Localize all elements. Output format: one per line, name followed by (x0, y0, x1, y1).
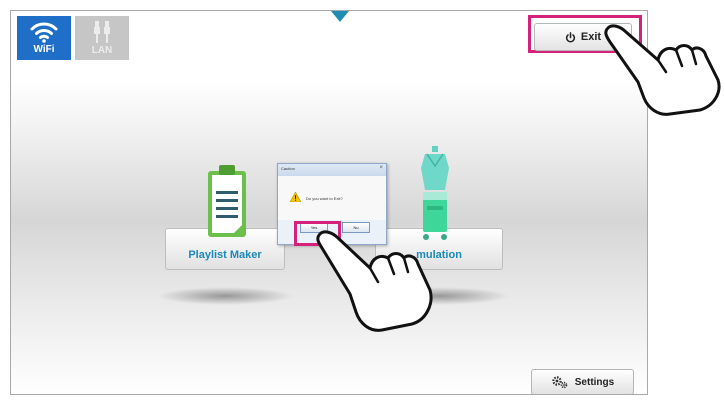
top-pointer-marker (331, 11, 349, 22)
gears-icon (552, 376, 568, 389)
exit-label: Exit (580, 31, 602, 43)
dialog-title: Caution (281, 166, 295, 171)
playlist-maker-label: Playlist Maker (188, 249, 262, 261)
warning-icon (290, 192, 301, 202)
dialog-message: Do you want to Exit? (306, 196, 343, 201)
power-icon (565, 31, 576, 42)
wifi-icon (30, 22, 58, 43)
settings-label: Settings (574, 376, 615, 388)
dialog-titlebar: Caution × (278, 164, 386, 176)
settings-button[interactable]: Settings (531, 369, 634, 394)
dialog-close-button[interactable]: × (379, 165, 383, 171)
pointing-hand-icon (604, 24, 721, 116)
wifi-label: WiFi (33, 44, 55, 55)
lan-tab[interactable]: LAN (75, 16, 129, 60)
lan-label: LAN (91, 45, 113, 56)
dialog-body: Do you want to Exit? (278, 176, 386, 220)
lan-cable-icon (94, 21, 110, 43)
app-shadow (157, 287, 293, 305)
pointing-hand-icon (316, 230, 433, 332)
wifi-tab[interactable]: WiFi (17, 16, 71, 60)
main-window: WiFi LAN Exit Playlist Maker mulation Ca… (10, 10, 648, 395)
clipboard-icon (208, 165, 246, 237)
